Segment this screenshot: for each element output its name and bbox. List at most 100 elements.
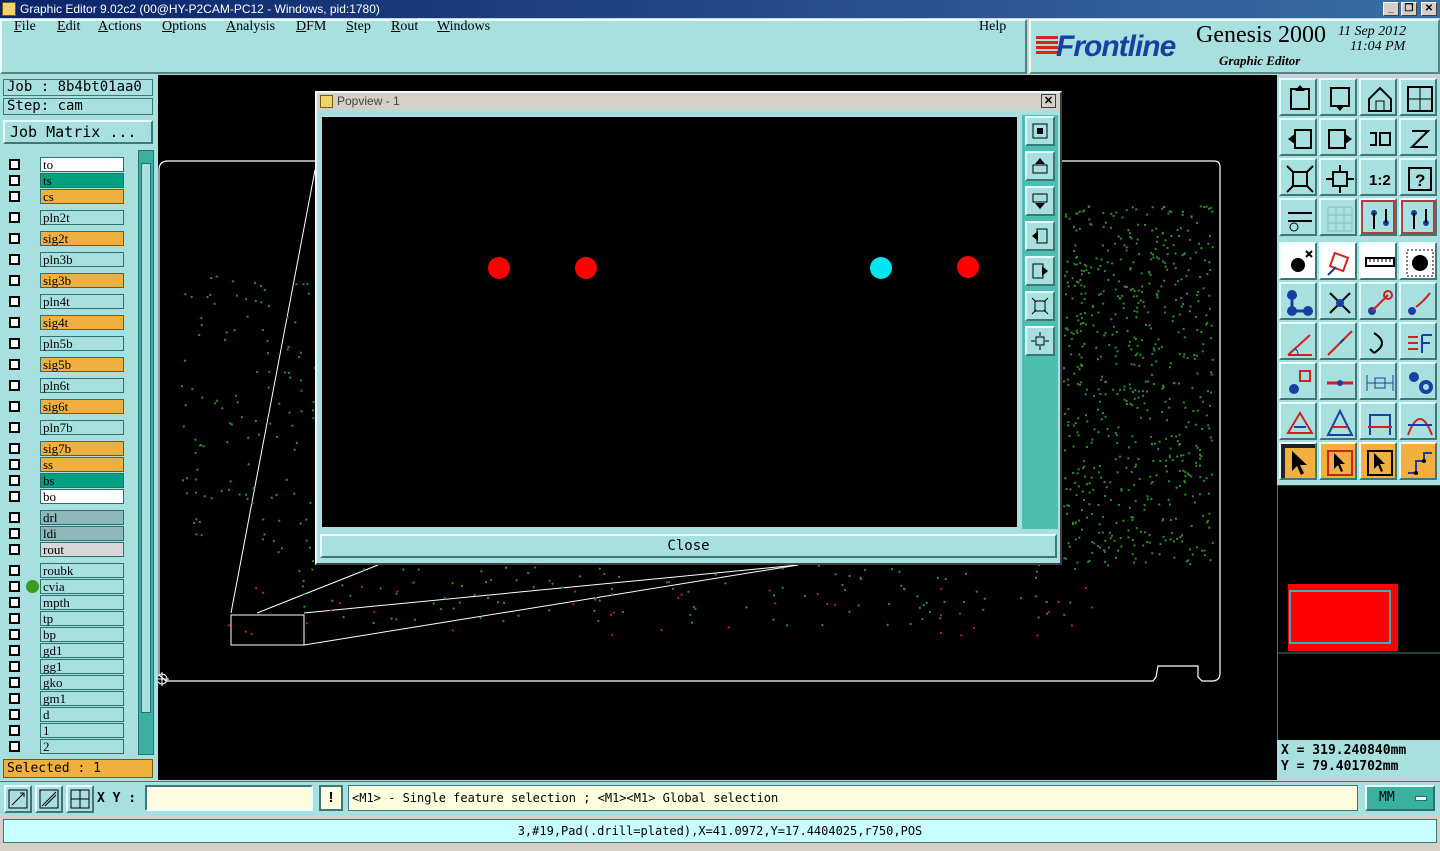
menu-analysis[interactable]: Analysis xyxy=(226,19,275,35)
layer-name[interactable]: gg1 xyxy=(40,659,124,674)
minus-line-button[interactable] xyxy=(1319,362,1357,400)
ruler-button[interactable] xyxy=(1359,242,1397,280)
layer-name[interactable]: gko xyxy=(40,675,124,690)
layer-checkbox[interactable] xyxy=(9,597,20,608)
alert-button[interactable]: ! xyxy=(319,785,343,811)
layer-row-cvia[interactable]: cvia xyxy=(6,579,124,594)
minimize-button[interactable]: _ xyxy=(1383,2,1399,16)
layer-row-sig5b[interactable]: sig5b xyxy=(6,357,124,372)
menu-rout[interactable]: Rout xyxy=(391,19,418,35)
angle-button[interactable] xyxy=(1279,322,1317,360)
rotate-button[interactable] xyxy=(1359,118,1397,156)
layer-stack-red-2-button[interactable] xyxy=(1399,198,1437,236)
layer-checkbox[interactable] xyxy=(9,565,20,576)
popview-zoom-out-button[interactable] xyxy=(1025,326,1055,356)
job-matrix-button[interactable]: Job Matrix ... xyxy=(3,120,153,144)
layer-checkbox[interactable] xyxy=(9,380,20,391)
layer-name[interactable]: pln4t xyxy=(40,294,124,309)
layer-checkbox[interactable] xyxy=(9,317,20,328)
layer-row-1[interactable]: 1 xyxy=(6,723,124,738)
layer-row-bo[interactable]: bo xyxy=(6,489,124,504)
layer-row-rout[interactable]: rout xyxy=(6,542,124,557)
pad-array-button[interactable] xyxy=(1279,362,1317,400)
layer-row-gg1[interactable]: gg1 xyxy=(6,659,124,674)
layer-name[interactable]: 2 xyxy=(40,739,124,754)
layer-row-sig2t[interactable]: sig2t xyxy=(6,231,124,246)
layer-name[interactable]: sig3b xyxy=(40,273,124,288)
snap-mode-button[interactable] xyxy=(4,785,32,813)
layer-row-sig7b[interactable]: sig7b xyxy=(6,441,124,456)
redo-button[interactable] xyxy=(1319,118,1357,156)
layer-name[interactable]: sig7b xyxy=(40,441,124,456)
layer-name[interactable]: cs xyxy=(40,189,124,204)
layer-row-d[interactable]: d xyxy=(6,707,124,722)
layer-row-gko[interactable]: gko xyxy=(6,675,124,690)
layer-scrollbar-thumb[interactable] xyxy=(141,163,151,713)
grid-mode-button[interactable] xyxy=(66,785,94,813)
select-path-button[interactable] xyxy=(1399,442,1437,480)
add-pad-button[interactable] xyxy=(1279,242,1317,280)
arc-node-button[interactable] xyxy=(1399,282,1437,320)
layer-checkbox[interactable] xyxy=(9,544,20,555)
layer-row-drl[interactable]: drl xyxy=(6,510,124,525)
layer-row-pln6t[interactable]: pln6t xyxy=(6,378,124,393)
select-move-button[interactable] xyxy=(1359,442,1397,480)
select-box-button[interactable] xyxy=(1319,442,1357,480)
menu-options[interactable]: Options xyxy=(162,19,206,35)
layer-checkbox[interactable] xyxy=(9,741,20,752)
layer-checkbox[interactable] xyxy=(9,296,20,307)
layer-name[interactable]: ss xyxy=(40,457,124,472)
triangle-button[interactable] xyxy=(1279,402,1317,440)
menu-help[interactable]: Help xyxy=(979,19,1006,35)
pads-cluster-button[interactable] xyxy=(1399,362,1437,400)
layer-checkbox[interactable] xyxy=(9,725,20,736)
layer-checkbox[interactable] xyxy=(9,338,20,349)
layer-stack-red-button[interactable] xyxy=(1359,198,1397,236)
layer-checkbox[interactable] xyxy=(9,512,20,523)
menu-actions[interactable]: Actions xyxy=(98,19,142,35)
open-job-button[interactable] xyxy=(1279,78,1317,116)
a-frame-button[interactable] xyxy=(1319,402,1357,440)
layer-row-pln4t[interactable]: pln4t xyxy=(6,294,124,309)
layer-row-pln2t[interactable]: pln2t xyxy=(6,210,124,225)
menu-windows[interactable]: Windows xyxy=(437,19,490,35)
layer-name[interactable]: to xyxy=(40,157,124,172)
units-select[interactable]: MM xyxy=(1365,785,1435,811)
overview-map[interactable] xyxy=(1277,484,1440,740)
save-button[interactable] xyxy=(1319,78,1357,116)
layer-checkbox[interactable] xyxy=(9,475,20,486)
layer-row-roubk[interactable]: roubk xyxy=(6,563,124,578)
layer-checkbox[interactable] xyxy=(9,613,20,624)
layer-checkbox[interactable] xyxy=(9,443,20,454)
popview-zoom-in-button[interactable] xyxy=(1025,291,1055,321)
layer-checkbox[interactable] xyxy=(9,693,20,704)
layer-name[interactable]: 1 xyxy=(40,723,124,738)
layer-row-pln7b[interactable]: pln7b xyxy=(6,420,124,435)
layer-name[interactable]: ldi xyxy=(40,526,124,541)
fanout-button[interactable] xyxy=(1399,322,1437,360)
layer-row-sig3b[interactable]: sig3b xyxy=(6,273,124,288)
popview-pan-down-button[interactable] xyxy=(1025,186,1055,216)
layer-name[interactable]: bo xyxy=(40,489,124,504)
layer-name[interactable]: sig6t xyxy=(40,399,124,414)
line-node-button[interactable] xyxy=(1359,282,1397,320)
layer-name[interactable]: sig4t xyxy=(40,315,124,330)
layer-row-ss[interactable]: ss xyxy=(6,457,124,472)
layer-name[interactable]: d xyxy=(40,707,124,722)
layer-name[interactable]: bs xyxy=(40,473,124,488)
layer-row-sig6t[interactable]: sig6t xyxy=(6,399,124,414)
grid-button[interactable] xyxy=(1319,198,1357,236)
popview-zoom-fit-button[interactable] xyxy=(1025,116,1055,146)
layer-checkbox[interactable] xyxy=(9,661,20,672)
maximize-button[interactable]: ❐ xyxy=(1401,2,1417,16)
layer-name[interactable]: pln3b xyxy=(40,252,124,267)
popview-close-button[interactable]: Close xyxy=(320,534,1057,558)
a-frame-orange-button[interactable] xyxy=(1359,402,1397,440)
layer-checkbox[interactable] xyxy=(9,528,20,539)
layer-checkbox[interactable] xyxy=(9,459,20,470)
layer-checkbox[interactable] xyxy=(9,359,20,370)
layer-checkbox[interactable] xyxy=(9,233,20,244)
popview-pan-right-button[interactable] xyxy=(1025,256,1055,286)
layer-name[interactable]: pln5b xyxy=(40,336,124,351)
layer-name[interactable]: tp xyxy=(40,611,124,626)
